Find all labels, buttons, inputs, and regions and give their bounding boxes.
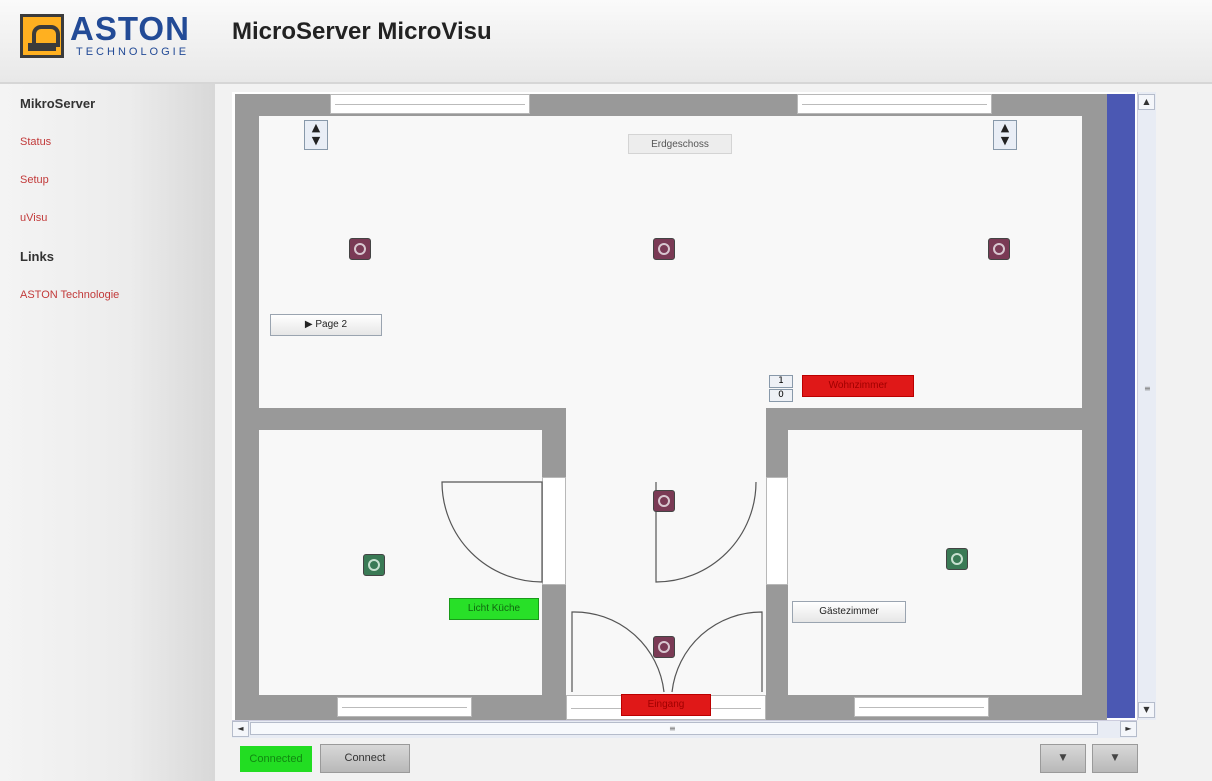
lamp-icon-kitchen[interactable] (363, 554, 385, 576)
scroll-left-icon[interactable]: ◄ (232, 721, 249, 737)
floor-plan: Erdgeschoss ▲ ▼ ▲ ▼ ▶ Page 2 1 0 Wohnzimme… (232, 92, 1137, 720)
logo-subtitle: TECHNOLOGIE (76, 46, 190, 58)
page-title: MicroServer MicroVisu (232, 18, 492, 45)
scroll-up-icon[interactable]: ▲ (1138, 94, 1155, 110)
wall-inner-left (259, 408, 566, 430)
vertical-scroll-thumb[interactable] (1107, 94, 1135, 718)
header: ASTON TECHNOLOGIE MicroServer MicroVisu (0, 0, 1212, 84)
room-upper (259, 116, 1082, 408)
entrance-status-button[interactable]: Eingang (621, 694, 711, 716)
logo-name: ASTON (70, 10, 190, 47)
lamp-icon-guest[interactable] (946, 548, 968, 570)
living-room-status-button[interactable]: Wohnzimmer (802, 375, 914, 397)
scroll-right-icon[interactable]: ► (1120, 721, 1137, 737)
window-bottom-right (854, 697, 989, 717)
spin-up-button[interactable]: 1 (769, 375, 793, 388)
sidebar-item-setup[interactable]: Setup (20, 174, 49, 186)
wall-right (1082, 94, 1107, 720)
horizontal-scroll-thumb[interactable]: ≡ (250, 722, 1098, 735)
wall-left (235, 94, 259, 720)
lamp-icon-upper-center[interactable] (653, 238, 675, 260)
aston-logo[interactable]: ASTON TECHNOLOGIE (20, 10, 204, 62)
lamp-icon-upper-left[interactable] (349, 238, 371, 260)
toolbar-button-1[interactable]: ▼ (1040, 744, 1086, 773)
sidebar-heading-links: Links (20, 249, 54, 264)
hscroll-grip-icon: ≡ (669, 724, 676, 733)
connection-status: Connected (240, 746, 312, 772)
sidebar-item-uvisu[interactable]: uVisu (20, 212, 47, 224)
shutter-left-button[interactable]: ▲ ▼ (304, 120, 328, 150)
connect-button[interactable]: Connect (320, 744, 410, 773)
sidebar-item-status[interactable]: Status (20, 136, 51, 148)
wall-inner-right (766, 408, 1082, 430)
sidebar: MikroServer Status Setup uVisu Links AST… (0, 84, 215, 781)
door-swings (441, 481, 763, 693)
spin-down-button[interactable]: 0 (769, 389, 793, 402)
logo-icon (20, 14, 64, 58)
floor-label: Erdgeschoss (628, 134, 732, 154)
guest-room-button[interactable]: Gästezimmer (792, 601, 906, 623)
scroll-down-icon[interactable]: ▼ (1138, 702, 1155, 718)
room-guest (788, 430, 1082, 695)
sidebar-heading-microserver: MikroServer (20, 96, 96, 111)
toolbar-button-2[interactable]: ▼ (1092, 744, 1138, 773)
lamp-icon-upper-right[interactable] (988, 238, 1010, 260)
shutter-right-button[interactable]: ▲ ▼ (993, 120, 1017, 150)
vertical-scrollbar[interactable]: ▲ ≡ ▼ (1137, 92, 1156, 720)
lamp-icon-hallway[interactable] (653, 490, 675, 512)
window-top-right (797, 94, 992, 114)
window-top-left (330, 94, 530, 114)
scroll-grip-icon: ≡ (1144, 384, 1151, 393)
lamp-icon-entrance[interactable] (653, 636, 675, 658)
page-2-button[interactable]: ▶ Page 2 (270, 314, 382, 336)
kitchen-light-button[interactable]: Licht Küche (449, 598, 539, 620)
sidebar-link-aston-technologie[interactable]: ASTON Technologie (20, 289, 119, 301)
